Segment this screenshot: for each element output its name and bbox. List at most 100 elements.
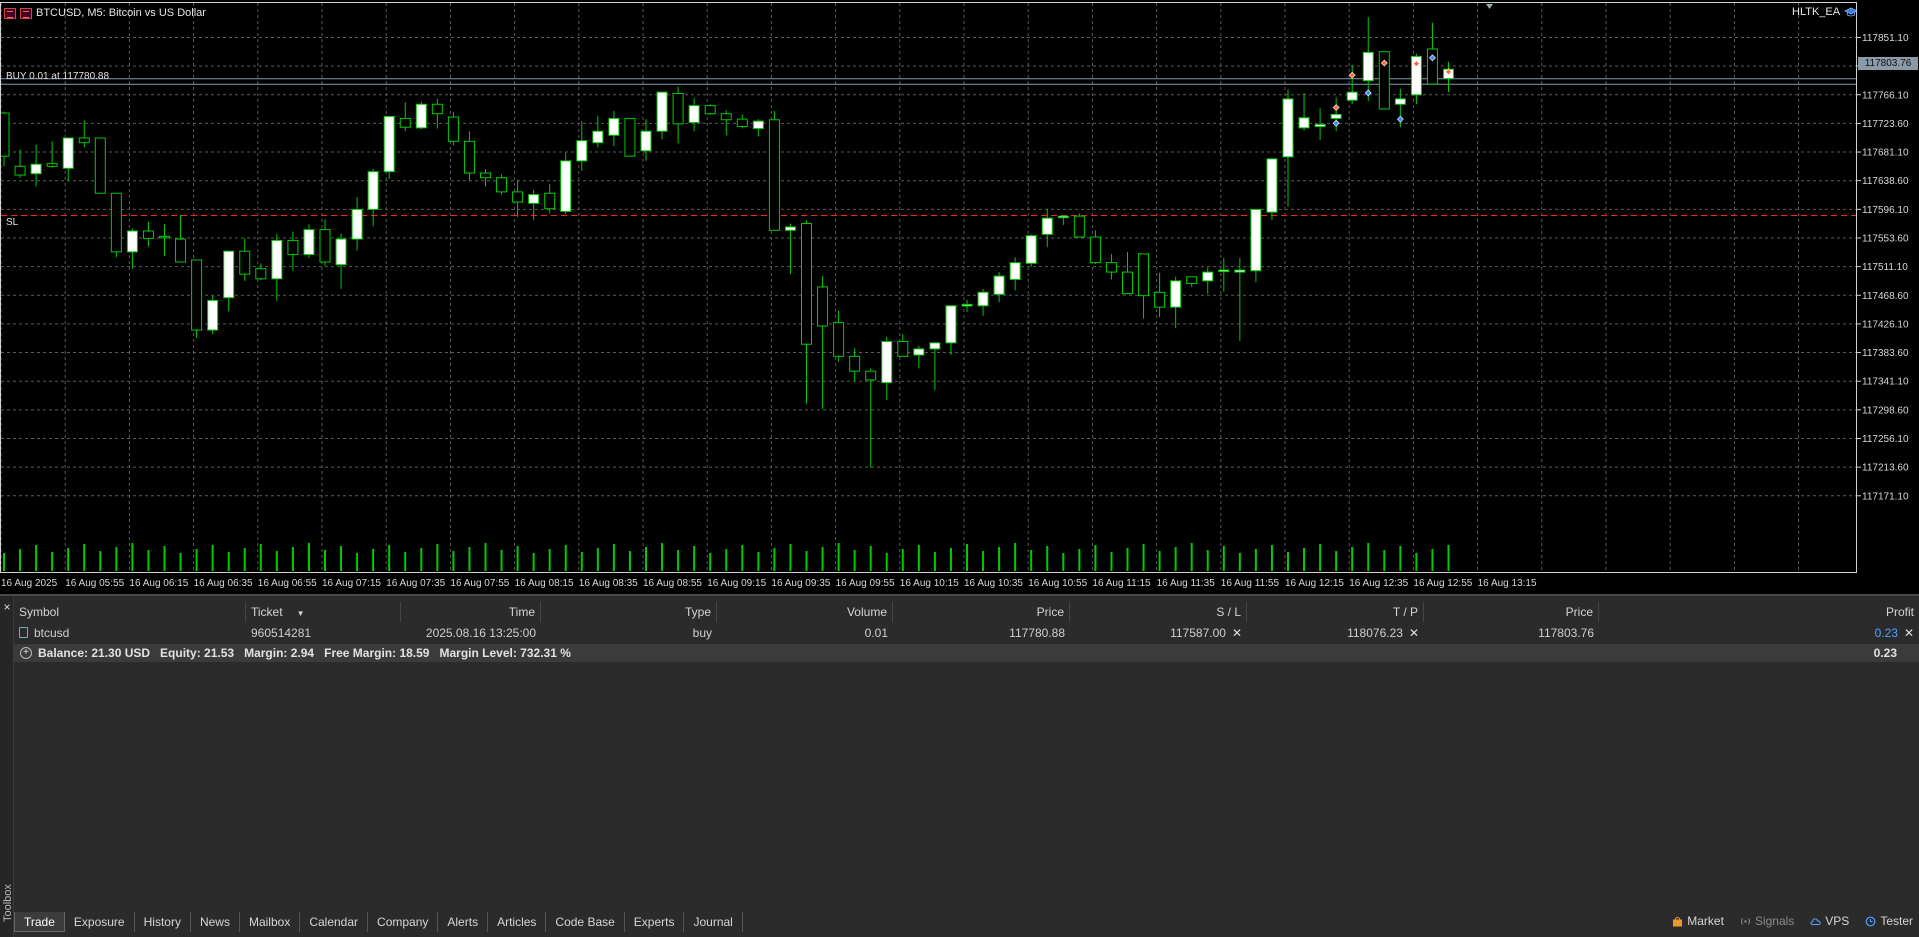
price-tick-label: 117596.10 (1862, 205, 1909, 216)
price-tick-label: 117298.60 (1862, 405, 1909, 416)
tab-history[interactable]: History (135, 912, 191, 932)
stop-loss-label[interactable]: SL (6, 217, 18, 228)
cell-time: 2025.08.16 13:25:00 (425, 626, 536, 640)
time-tick-label: 16 Aug 11:15 (1092, 578, 1151, 589)
time-tick-label: 16 Aug 05:55 (65, 578, 124, 589)
account-summary-text: Balance: 21.30 USD Equity: 21.53 Margin:… (38, 646, 571, 660)
vps-label: VPS (1825, 914, 1850, 928)
col-tp[interactable]: T / P (1247, 602, 1424, 622)
price-tick-label: 117681.10 (1862, 148, 1909, 159)
toolbox-panel: × Toolbox Symbol Ticket ▼ Time Type Volum… (0, 594, 1919, 937)
vps-button[interactable]: VPS (1810, 914, 1849, 928)
time-tick-label: 16 Aug 11:55 (1221, 578, 1280, 589)
cell-sl: 117587.00 ✕ (1070, 623, 1247, 643)
col-ticket[interactable]: Ticket ▼ (246, 602, 401, 622)
toolbox-side-label: Toolbox (2, 884, 14, 922)
time-tick-label: 16 Aug 07:35 (386, 578, 445, 589)
col-type[interactable]: Type (541, 602, 717, 622)
col-sl[interactable]: S / L (1070, 602, 1247, 622)
time-tick-label: 16 Aug 12:55 (1413, 578, 1472, 589)
time-tick-label: 16 Aug 08:35 (579, 578, 638, 589)
account-summary-row: + Balance: 21.30 USD Equity: 21.53 Margi… (14, 644, 1919, 662)
cell-price: 117780.88 (1009, 626, 1065, 640)
col-price[interactable]: Price (893, 602, 1070, 622)
remove-sl-icon[interactable]: ✕ (1232, 623, 1242, 643)
current-price-tag: 117803.76 (1858, 57, 1918, 70)
summary-profit: 0.23 (1873, 646, 1897, 660)
ea-name: HLTK_EA (1792, 6, 1841, 18)
toolbox-tabs: Trade Exposure History News Mailbox Cale… (14, 912, 743, 932)
col-volume[interactable]: Volume (717, 602, 893, 622)
time-tick-label: 16 Aug 06:35 (194, 578, 253, 589)
price-tick-label: 117426.10 (1862, 319, 1909, 330)
cell-symbol-text: btcusd (34, 626, 70, 640)
price-tick-label: 117468.60 (1862, 291, 1909, 302)
tester-label: Tester (1880, 914, 1913, 928)
sort-down-icon: ▼ (296, 609, 305, 618)
time-tick-label: 16 Aug 2025 (1, 578, 58, 589)
vps-cloud-icon (1810, 917, 1821, 925)
tab-calendar[interactable]: Calendar (300, 912, 369, 932)
time-tick-label: 16 Aug 08:55 (643, 578, 702, 589)
price-tick-label: 117383.60 (1862, 348, 1909, 359)
tab-alerts[interactable]: Alerts (438, 912, 489, 932)
tab-journal[interactable]: Journal (684, 912, 743, 932)
time-tick-label: 16 Aug 11:35 (1157, 578, 1216, 589)
time-tick-label: 16 Aug 13:15 (1478, 578, 1537, 589)
document-icon (19, 627, 28, 638)
time-tick-label: 16 Aug 09:55 (836, 578, 895, 589)
time-tick-label: 16 Aug 08:15 (515, 578, 574, 589)
price-tick-label: 117511.10 (1862, 262, 1908, 273)
price-tick-label: 117256.10 (1862, 434, 1909, 445)
col-current-price[interactable]: Price (1424, 602, 1599, 622)
tab-trade[interactable]: Trade (14, 912, 65, 932)
cell-ticket: 960514281 (251, 626, 312, 640)
col-time[interactable]: Time (401, 602, 541, 622)
col-profit[interactable]: Profit (1599, 602, 1919, 622)
chart-symbol-title: BTCUSD, M5: Bitcoin vs US Dollar (36, 7, 206, 19)
ea-hat-icon (1844, 7, 1858, 17)
chart-window-icon[interactable] (4, 7, 16, 19)
toolbox-close-button[interactable]: × (2, 600, 12, 614)
remove-tp-icon[interactable]: ✕ (1409, 623, 1419, 643)
tab-company[interactable]: Company (368, 912, 439, 932)
cell-tp-value: 118076.23 (1347, 626, 1403, 640)
price-tick-label: 117341.10 (1862, 377, 1909, 388)
table-row[interactable]: btcusd 960514281 2025.08.16 13:25:00 buy… (14, 623, 1919, 643)
time-tick-label: 16 Aug 09:35 (771, 578, 830, 589)
expert-advisor-label[interactable]: HLTK_EA (1792, 6, 1858, 18)
tab-code-base[interactable]: Code Base (546, 912, 625, 932)
expand-plus-icon[interactable]: + (20, 647, 32, 659)
close-position-icon[interactable]: ✕ (1904, 623, 1914, 643)
time-tick-label: 16 Aug 12:15 (1285, 578, 1344, 589)
col-symbol[interactable]: Symbol (14, 602, 246, 622)
market-button[interactable]: Market (1672, 914, 1724, 928)
signals-button[interactable]: Signals (1740, 914, 1794, 928)
tab-exposure[interactable]: Exposure (65, 912, 135, 932)
tab-mailbox[interactable]: Mailbox (240, 912, 301, 932)
tester-button[interactable]: Tester (1865, 914, 1913, 928)
price-tick-label: 117213.60 (1862, 463, 1909, 474)
chart-window[interactable]: 117851.10117808.76117766.10117723.601176… (0, 0, 1919, 594)
time-tick-label: 16 Aug 10:15 (900, 578, 959, 589)
cell-profit: 0.23 ✕ (1599, 623, 1919, 643)
time-tick-label: 16 Aug 06:15 (129, 578, 188, 589)
signals-label: Signals (1754, 914, 1795, 928)
chart-menu-icon[interactable] (20, 7, 32, 19)
open-position-label[interactable]: BUY 0.01 at 117780.88 (6, 71, 109, 82)
col-ticket-label: Ticket (251, 605, 283, 619)
cell-sl-value: 117587.00 (1170, 626, 1226, 640)
market-label: Market (1687, 914, 1724, 928)
tab-experts[interactable]: Experts (625, 912, 685, 932)
chart-header: BTCUSD, M5: Bitcoin vs US Dollar (4, 5, 206, 21)
price-tick-label: 117851.10 (1862, 33, 1909, 44)
time-tick-label: 16 Aug 10:35 (964, 578, 1023, 589)
price-tick-label: 117766.10 (1862, 90, 1909, 101)
trade-table-header: Symbol Ticket ▼ Time Type Volume Price S … (14, 602, 1919, 622)
tab-articles[interactable]: Articles (488, 912, 547, 932)
tab-news[interactable]: News (191, 912, 240, 932)
price-tick-label: 117723.60 (1862, 119, 1909, 130)
toolbox-sidebar: × Toolbox (0, 596, 14, 937)
cell-symbol: btcusd (14, 623, 246, 643)
time-tick-label: 16 Aug 10:55 (1028, 578, 1087, 589)
